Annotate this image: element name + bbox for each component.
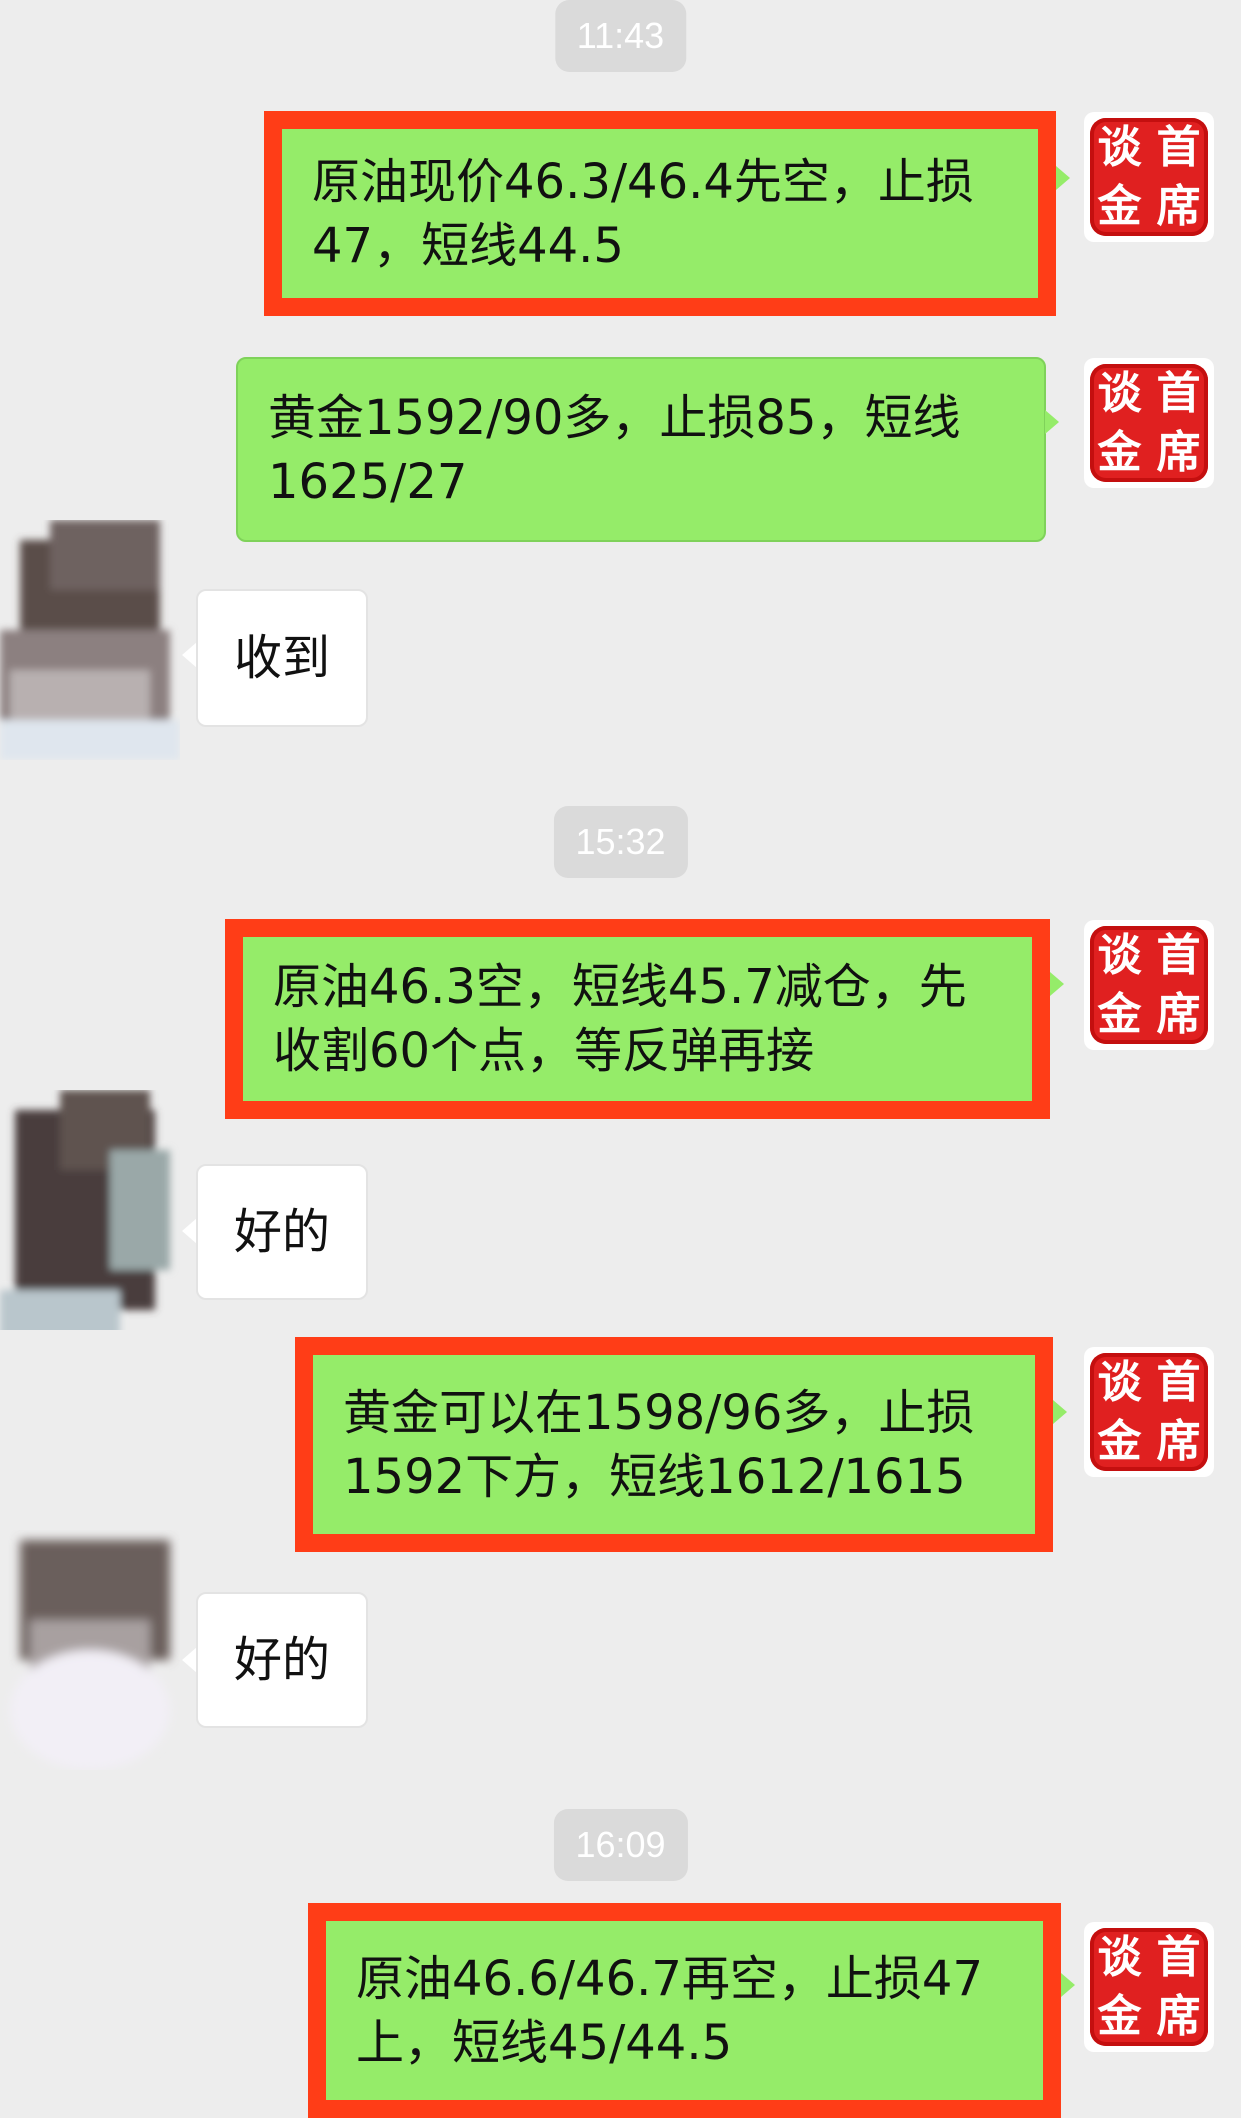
message-bubble-received[interactable]: 收到: [196, 589, 369, 727]
self-avatar[interactable]: 谈首 金席: [1084, 1347, 1214, 1477]
message-bubble-sent[interactable]: 黄金可以在1598/96多，止损 1592下方，短线1612/1615: [295, 1337, 1053, 1552]
bubble-tail: [1050, 972, 1064, 996]
timestamp: 16:09: [553, 1809, 688, 1881]
message-text: 黄金可以在1598/96多，止损 1592下方，短线1612/1615: [343, 1384, 975, 1505]
bubble-tail: [182, 1647, 197, 1673]
timestamp: 15:32: [553, 806, 688, 878]
seal-logo-icon: 谈首 金席: [1090, 926, 1208, 1044]
message-text: 好的: [234, 1204, 331, 1260]
message-bubble-sent[interactable]: 原油现价46.3/46.4先空，止损 47，短线44.5: [264, 111, 1056, 316]
message-bubble-sent[interactable]: 原油46.6/46.7再空，止损47 上，短线45/44.5: [308, 1903, 1061, 2118]
self-avatar[interactable]: 谈首 金席: [1084, 112, 1214, 242]
self-avatar[interactable]: 谈首 金席: [1084, 358, 1214, 488]
message-text: 原油46.6/46.7再空，止损47 上，短线45/44.5: [356, 1950, 984, 2071]
message-text: 收到: [234, 630, 331, 686]
bubble-tail: [182, 1218, 197, 1244]
bubble-tail: [1056, 166, 1070, 190]
seal-logo-icon: 谈首 金席: [1090, 118, 1208, 236]
message-text: 原油现价46.3/46.4先空，止损 47，短线44.5: [312, 153, 974, 274]
seal-logo-icon: 谈首 金席: [1090, 1353, 1208, 1471]
bubble-tail: [182, 642, 197, 668]
self-avatar[interactable]: 谈首 金席: [1084, 1922, 1214, 2052]
message-bubble-sent[interactable]: 黄金1592/90多，止损85，短线 1625/27: [236, 357, 1046, 542]
message-text: 黄金1592/90多，止损85，短线 1625/27: [268, 389, 961, 510]
bubble-tail: [1053, 1400, 1067, 1424]
seal-logo-icon: 谈首 金席: [1090, 364, 1208, 482]
message-text: 好的: [234, 1632, 331, 1688]
seal-logo-icon: 谈首 金席: [1090, 1928, 1208, 2046]
message-bubble-received[interactable]: 好的: [196, 1592, 369, 1728]
self-avatar[interactable]: 谈首 金席: [1084, 920, 1214, 1050]
contact-avatar[interactable]: [0, 1090, 180, 1330]
message-text: 原油46.3空，短线45.7减仓，先 收割60个点，等反弹再接: [273, 959, 967, 1079]
message-bubble-sent[interactable]: 原油46.3空，短线45.7减仓，先 收割60个点，等反弹再接: [225, 919, 1050, 1119]
bubble-tail: [1045, 410, 1059, 434]
bubble-tail: [1061, 1973, 1075, 1997]
contact-avatar[interactable]: [0, 1530, 180, 1770]
contact-avatar[interactable]: [0, 520, 180, 760]
message-bubble-received[interactable]: 好的: [196, 1164, 369, 1300]
timestamp: 11:43: [554, 0, 687, 72]
